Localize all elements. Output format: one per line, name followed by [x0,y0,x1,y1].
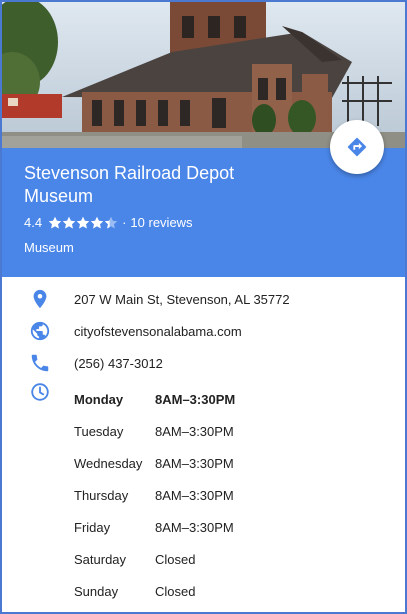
hours-time: Closed [155,552,196,567]
hours-row-tuesday: Tuesday 8AM–3:30PM [74,424,374,442]
website-row[interactable]: cityofstevensonalabama.com [2,320,405,344]
hours-day: Monday [74,392,124,407]
hours-day: Tuesday [74,424,124,439]
star-icon [76,216,90,228]
hours-day: Thursday [74,488,129,503]
hours-row-wednesday: Wednesday 8AM–3:30PM [74,456,374,474]
rating-value: 4.4 [24,215,43,230]
phone-number[interactable]: (256) 437-3012 [74,356,163,371]
place-card: Stevenson Railroad Depot Museum 4.4 · 10… [0,0,407,614]
hours-day: Saturday [74,552,127,567]
hours-day: Wednesday [74,456,143,471]
hours-day: Sunday [74,584,119,599]
rating-row: 4.4 · 10 reviews [24,215,193,230]
hours-row-friday: Friday 8AM–3:30PM [74,520,374,538]
star-rating [48,216,118,230]
phone-icon [31,354,49,372]
hours-day: Friday [74,520,111,535]
website-link[interactable]: cityofstevensonalabama.com [74,324,242,339]
hours-row-sunday: Sunday Closed [74,584,374,602]
hours-time: 8AM–3:30PM [155,456,234,471]
star-icon [62,216,76,228]
hours-row-monday: Monday 8AM–3:30PM [74,392,374,410]
location-pin-icon [33,289,47,309]
hours-row-saturday: Saturday Closed [74,552,374,570]
hours-time: 8AM–3:30PM [155,520,234,535]
address-text: 207 W Main St, Stevenson, AL 35772 [74,292,290,307]
hours-time: 8AM–3:30PM [155,392,236,407]
address-row[interactable]: 207 W Main St, Stevenson, AL 35772 [2,288,405,312]
star-icon [104,216,118,228]
hours-row-thursday: Thursday 8AM–3:30PM [74,488,374,506]
star-icon [90,216,104,228]
separator-dot: · [122,215,127,230]
hours-time: 8AM–3:30PM [155,424,234,439]
hours-time: Closed [155,584,196,599]
place-category[interactable]: Museum [24,240,74,255]
hours-time: 8AM–3:30PM [155,488,234,503]
star-icon [48,216,62,228]
place-title: Stevenson Railroad Depot Museum [24,163,235,206]
clock-icon [31,383,49,401]
phone-row[interactable]: (256) 437-3012 [2,352,405,376]
directions-icon [347,137,367,157]
directions-button[interactable] [330,120,384,174]
reviews-link[interactable]: 10 reviews [130,215,192,230]
globe-icon [30,321,50,341]
